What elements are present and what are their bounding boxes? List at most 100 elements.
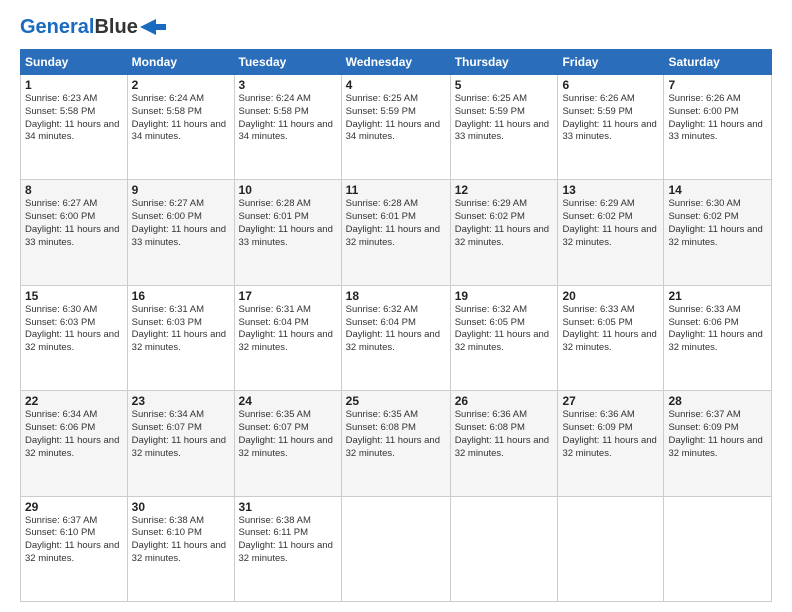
day-number: 20	[562, 289, 659, 303]
calendar-col-header: Tuesday	[234, 50, 341, 75]
calendar-day-cell: 27 Sunrise: 6:36 AMSunset: 6:09 PMDaylig…	[558, 391, 664, 496]
calendar-week-row: 8 Sunrise: 6:27 AMSunset: 6:00 PMDayligh…	[21, 180, 772, 285]
calendar-day-cell: 19 Sunrise: 6:32 AMSunset: 6:05 PMDaylig…	[450, 285, 558, 390]
day-number: 17	[239, 289, 337, 303]
day-number: 21	[668, 289, 767, 303]
calendar-week-row: 15 Sunrise: 6:30 AMSunset: 6:03 PMDaylig…	[21, 285, 772, 390]
day-info: Sunrise: 6:33 AMSunset: 6:06 PMDaylight:…	[668, 304, 762, 353]
calendar-col-header: Sunday	[21, 50, 128, 75]
day-number: 5	[455, 78, 554, 92]
day-info: Sunrise: 6:24 AMSunset: 5:58 PMDaylight:…	[239, 93, 333, 142]
day-number: 2	[132, 78, 230, 92]
day-number: 3	[239, 78, 337, 92]
day-info: Sunrise: 6:38 AMSunset: 6:11 PMDaylight:…	[239, 515, 333, 564]
calendar-week-row: 1 Sunrise: 6:23 AMSunset: 5:58 PMDayligh…	[21, 75, 772, 180]
calendar-day-cell: 13 Sunrise: 6:29 AMSunset: 6:02 PMDaylig…	[558, 180, 664, 285]
day-number: 24	[239, 394, 337, 408]
calendar-table: SundayMondayTuesdayWednesdayThursdayFrid…	[20, 49, 772, 602]
day-number: 18	[346, 289, 446, 303]
day-number: 19	[455, 289, 554, 303]
day-info: Sunrise: 6:25 AMSunset: 5:59 PMDaylight:…	[346, 93, 440, 142]
calendar-day-cell: 26 Sunrise: 6:36 AMSunset: 6:08 PMDaylig…	[450, 391, 558, 496]
calendar-col-header: Wednesday	[341, 50, 450, 75]
calendar-day-cell: 30 Sunrise: 6:38 AMSunset: 6:10 PMDaylig…	[127, 496, 234, 601]
calendar-day-cell: 23 Sunrise: 6:34 AMSunset: 6:07 PMDaylig…	[127, 391, 234, 496]
day-info: Sunrise: 6:37 AMSunset: 6:09 PMDaylight:…	[668, 409, 762, 458]
day-info: Sunrise: 6:36 AMSunset: 6:09 PMDaylight:…	[562, 409, 656, 458]
day-number: 12	[455, 183, 554, 197]
calendar-week-row: 29 Sunrise: 6:37 AMSunset: 6:10 PMDaylig…	[21, 496, 772, 601]
day-info: Sunrise: 6:28 AMSunset: 6:01 PMDaylight:…	[346, 198, 440, 247]
calendar-day-cell: 4 Sunrise: 6:25 AMSunset: 5:59 PMDayligh…	[341, 75, 450, 180]
calendar-col-header: Friday	[558, 50, 664, 75]
day-info: Sunrise: 6:26 AMSunset: 6:00 PMDaylight:…	[668, 93, 762, 142]
day-info: Sunrise: 6:24 AMSunset: 5:58 PMDaylight:…	[132, 93, 226, 142]
day-number: 10	[239, 183, 337, 197]
day-info: Sunrise: 6:26 AMSunset: 5:59 PMDaylight:…	[562, 93, 656, 142]
day-number: 25	[346, 394, 446, 408]
day-number: 23	[132, 394, 230, 408]
day-info: Sunrise: 6:37 AMSunset: 6:10 PMDaylight:…	[25, 515, 119, 564]
day-info: Sunrise: 6:33 AMSunset: 6:05 PMDaylight:…	[562, 304, 656, 353]
day-number: 15	[25, 289, 123, 303]
calendar-header-row: SundayMondayTuesdayWednesdayThursdayFrid…	[21, 50, 772, 75]
day-number: 1	[25, 78, 123, 92]
calendar-col-header: Saturday	[664, 50, 772, 75]
calendar-day-cell: 9 Sunrise: 6:27 AMSunset: 6:00 PMDayligh…	[127, 180, 234, 285]
calendar-col-header: Thursday	[450, 50, 558, 75]
day-info: Sunrise: 6:27 AMSunset: 6:00 PMDaylight:…	[132, 198, 226, 247]
day-number: 27	[562, 394, 659, 408]
day-info: Sunrise: 6:25 AMSunset: 5:59 PMDaylight:…	[455, 93, 549, 142]
day-info: Sunrise: 6:27 AMSunset: 6:00 PMDaylight:…	[25, 198, 119, 247]
day-number: 26	[455, 394, 554, 408]
day-info: Sunrise: 6:38 AMSunset: 6:10 PMDaylight:…	[132, 515, 226, 564]
day-number: 30	[132, 500, 230, 514]
day-number: 14	[668, 183, 767, 197]
calendar-day-cell: 14 Sunrise: 6:30 AMSunset: 6:02 PMDaylig…	[664, 180, 772, 285]
logo: GeneralBlue	[20, 16, 166, 39]
day-number: 9	[132, 183, 230, 197]
calendar-day-cell	[558, 496, 664, 601]
calendar-day-cell: 8 Sunrise: 6:27 AMSunset: 6:00 PMDayligh…	[21, 180, 128, 285]
calendar-day-cell: 3 Sunrise: 6:24 AMSunset: 5:58 PMDayligh…	[234, 75, 341, 180]
calendar-day-cell: 31 Sunrise: 6:38 AMSunset: 6:11 PMDaylig…	[234, 496, 341, 601]
day-number: 16	[132, 289, 230, 303]
day-info: Sunrise: 6:23 AMSunset: 5:58 PMDaylight:…	[25, 93, 119, 142]
day-number: 29	[25, 500, 123, 514]
calendar-day-cell: 15 Sunrise: 6:30 AMSunset: 6:03 PMDaylig…	[21, 285, 128, 390]
day-number: 8	[25, 183, 123, 197]
calendar-day-cell: 17 Sunrise: 6:31 AMSunset: 6:04 PMDaylig…	[234, 285, 341, 390]
logo-arrow-icon	[140, 17, 166, 37]
calendar-col-header: Monday	[127, 50, 234, 75]
day-number: 7	[668, 78, 767, 92]
calendar-day-cell: 29 Sunrise: 6:37 AMSunset: 6:10 PMDaylig…	[21, 496, 128, 601]
calendar-week-row: 22 Sunrise: 6:34 AMSunset: 6:06 PMDaylig…	[21, 391, 772, 496]
day-info: Sunrise: 6:35 AMSunset: 6:07 PMDaylight:…	[239, 409, 333, 458]
day-number: 6	[562, 78, 659, 92]
day-number: 28	[668, 394, 767, 408]
calendar-day-cell: 18 Sunrise: 6:32 AMSunset: 6:04 PMDaylig…	[341, 285, 450, 390]
calendar-day-cell: 6 Sunrise: 6:26 AMSunset: 5:59 PMDayligh…	[558, 75, 664, 180]
calendar-day-cell: 28 Sunrise: 6:37 AMSunset: 6:09 PMDaylig…	[664, 391, 772, 496]
calendar-day-cell: 22 Sunrise: 6:34 AMSunset: 6:06 PMDaylig…	[21, 391, 128, 496]
day-number: 22	[25, 394, 123, 408]
day-info: Sunrise: 6:34 AMSunset: 6:06 PMDaylight:…	[25, 409, 119, 458]
header: GeneralBlue	[20, 16, 772, 39]
calendar-day-cell	[664, 496, 772, 601]
day-info: Sunrise: 6:35 AMSunset: 6:08 PMDaylight:…	[346, 409, 440, 458]
day-info: Sunrise: 6:28 AMSunset: 6:01 PMDaylight:…	[239, 198, 333, 247]
calendar-day-cell: 2 Sunrise: 6:24 AMSunset: 5:58 PMDayligh…	[127, 75, 234, 180]
day-info: Sunrise: 6:31 AMSunset: 6:04 PMDaylight:…	[239, 304, 333, 353]
day-info: Sunrise: 6:29 AMSunset: 6:02 PMDaylight:…	[455, 198, 549, 247]
day-number: 31	[239, 500, 337, 514]
calendar-day-cell	[341, 496, 450, 601]
calendar-day-cell: 16 Sunrise: 6:31 AMSunset: 6:03 PMDaylig…	[127, 285, 234, 390]
page: GeneralBlue SundayMondayTuesdayWednesday…	[0, 0, 792, 612]
calendar-day-cell: 1 Sunrise: 6:23 AMSunset: 5:58 PMDayligh…	[21, 75, 128, 180]
logo-wordmark: GeneralBlue	[20, 16, 138, 39]
calendar-day-cell	[450, 496, 558, 601]
logo-container: GeneralBlue	[20, 16, 166, 39]
calendar-day-cell: 11 Sunrise: 6:28 AMSunset: 6:01 PMDaylig…	[341, 180, 450, 285]
calendar-day-cell: 5 Sunrise: 6:25 AMSunset: 5:59 PMDayligh…	[450, 75, 558, 180]
day-info: Sunrise: 6:30 AMSunset: 6:03 PMDaylight:…	[25, 304, 119, 353]
